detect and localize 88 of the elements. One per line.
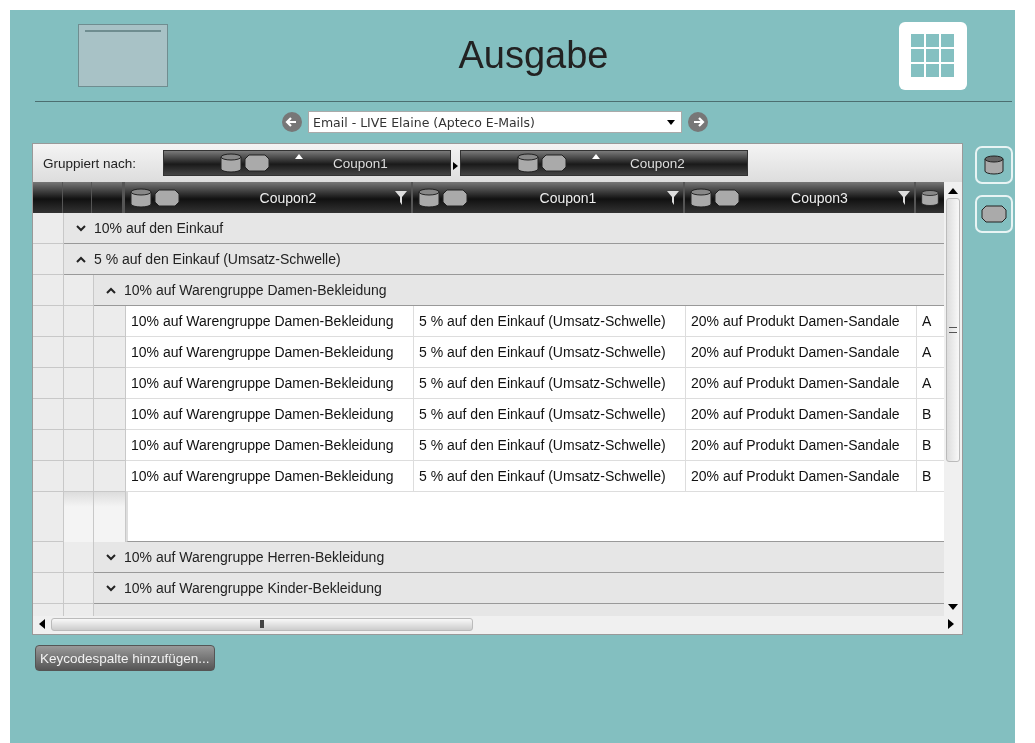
tag-button[interactable] (975, 195, 1013, 233)
group-label: 5 % auf den Einkauf (Umsatz-Schwelle) (94, 251, 341, 267)
table-cell: 20% auf Produkt Damen-Sandale (686, 306, 917, 337)
row-gutter-cell (64, 492, 94, 542)
filter-icon[interactable] (395, 190, 407, 205)
chevron-down-icon[interactable] (106, 584, 116, 592)
row-gutter-cell (94, 461, 126, 492)
database-button[interactable] (975, 146, 1013, 184)
group-row[interactable]: 10% auf Warengruppe Kinder-Bekleidung (94, 573, 944, 604)
table-cell: 20% auf Produkt Damen-Sandale (686, 461, 917, 492)
group-row[interactable]: 10% auf den Einkauf (64, 213, 944, 244)
sort-ascending-icon (592, 153, 600, 159)
preview-thumbnail[interactable] (78, 24, 168, 87)
table-cell: 5 % auf den Einkauf (Umsatz-Schwelle) (414, 399, 686, 430)
chevron-down-icon[interactable] (76, 224, 86, 232)
group-chip[interactable]: Coupon2 (460, 150, 748, 176)
header-gutter-cell (92, 182, 123, 213)
header-gutter-cell (63, 182, 93, 213)
table-cell: 10% auf Warengruppe Damen-Bekleidung (126, 368, 414, 399)
table-cell: 5 % auf den Einkauf (Umsatz-Schwelle) (414, 461, 686, 492)
scroll-left-icon[interactable] (39, 619, 45, 629)
scroll-thumb[interactable] (946, 198, 960, 462)
row-gutter-cell (64, 461, 94, 492)
field-type-icon (219, 152, 271, 174)
group-label: 10% auf Warengruppe Kinder-Bekleidung (124, 580, 382, 596)
row-gutter-cell (64, 573, 94, 604)
column-header[interactable]: Coupon3 (683, 182, 914, 213)
table-cell: 20% auf Produkt Damen-Sandale (686, 399, 917, 430)
row-gutter-cell (64, 542, 94, 573)
previous-button[interactable] (282, 112, 302, 132)
group-row[interactable]: 10% auf Warengruppe Herren-Bekleidung (94, 542, 944, 573)
field-type-icon (417, 186, 469, 209)
row-gutter-cell (64, 337, 94, 368)
field-type-icon (689, 186, 741, 209)
table-cell: 10% auf Warengruppe Damen-Bekleidung (126, 337, 414, 368)
row-gutter-cell (94, 306, 126, 337)
chevron-up-icon[interactable] (76, 255, 86, 263)
row-gutter-cell (64, 368, 94, 399)
row-gutter-cell (94, 492, 126, 542)
row-gutter-cell (64, 430, 94, 461)
table-cell: 10% auf Warengruppe Damen-Bekleidung (126, 399, 414, 430)
chevron-up-icon[interactable] (106, 286, 116, 294)
grid-icon (911, 33, 955, 78)
dropdown-caret-icon (667, 119, 675, 125)
scroll-down-icon[interactable] (948, 604, 958, 610)
column-header[interactable]: Coupon2 (123, 182, 411, 213)
table-cell: 5 % auf den Einkauf (Umsatz-Schwelle) (414, 337, 686, 368)
group-label: 10% auf Warengruppe Damen-Bekleidung (124, 282, 387, 298)
table-cell: 20% auf Produkt Damen-Sandale (686, 337, 917, 368)
row-gutter-cell (64, 306, 94, 337)
group-row[interactable]: 5 % auf den Einkauf (Umsatz-Schwelle) (64, 244, 944, 275)
header-gutter-cell (33, 182, 63, 213)
table-cell: 5 % auf den Einkauf (Umsatz-Schwelle) (414, 306, 686, 337)
page-title: Ausgabe (457, 34, 610, 77)
row-gutter-cell (94, 430, 126, 461)
row-gutter-cell (64, 275, 94, 306)
group-by-label: Gruppiert nach: (43, 155, 138, 171)
group-chip[interactable]: Coupon1 (163, 150, 451, 176)
table-cell: 20% auf Produkt Damen-Sandale (686, 368, 917, 399)
next-button[interactable] (688, 112, 708, 132)
chevron-down-icon[interactable] (106, 553, 116, 561)
filter-icon[interactable] (898, 190, 910, 205)
field-type-icon (129, 186, 181, 209)
table-cell: 10% auf Warengruppe Damen-Bekleidung (126, 306, 414, 337)
add-keycode-column-button[interactable]: Keycodespalte hinzufügen... (35, 645, 215, 671)
group-label: 10% auf Warengruppe Herren-Bekleidung (124, 549, 385, 565)
tag-icon (981, 204, 1007, 224)
mailing-dropdown[interactable]: Email - LIVE Elaine (Apteco E-Mails) (308, 111, 682, 133)
row-gutter-cell (64, 399, 94, 430)
column-header[interactable]: Coupon1 (411, 182, 683, 213)
table-cell: 20% auf Produkt Damen-Sandale (686, 430, 917, 461)
separator-arrow-icon (453, 162, 458, 170)
table-cell: 5 % auf den Einkauf (Umsatz-Schwelle) (414, 430, 686, 461)
row-gutter-cell (94, 399, 126, 430)
scroll-up-icon[interactable] (948, 188, 958, 194)
table-cell: 5 % auf den Einkauf (Umsatz-Schwelle) (414, 368, 686, 399)
row-gutter-cell (94, 368, 126, 399)
group-row[interactable]: 10% auf Warengruppe Damen-Bekleidung (94, 275, 944, 306)
table-cell: 10% auf Warengruppe Damen-Bekleidung (126, 461, 414, 492)
group-label: 10% auf den Einkauf (94, 220, 224, 236)
table-cell: 10% auf Warengruppe Damen-Bekleidung (126, 430, 414, 461)
scroll-right-icon[interactable] (948, 619, 954, 629)
filter-icon[interactable] (667, 190, 679, 205)
field-type-icon (516, 152, 568, 174)
sort-ascending-icon (295, 153, 303, 159)
scroll-thumb[interactable] (51, 617, 473, 631)
database-icon (983, 154, 1005, 176)
row-gutter-cell (94, 337, 126, 368)
